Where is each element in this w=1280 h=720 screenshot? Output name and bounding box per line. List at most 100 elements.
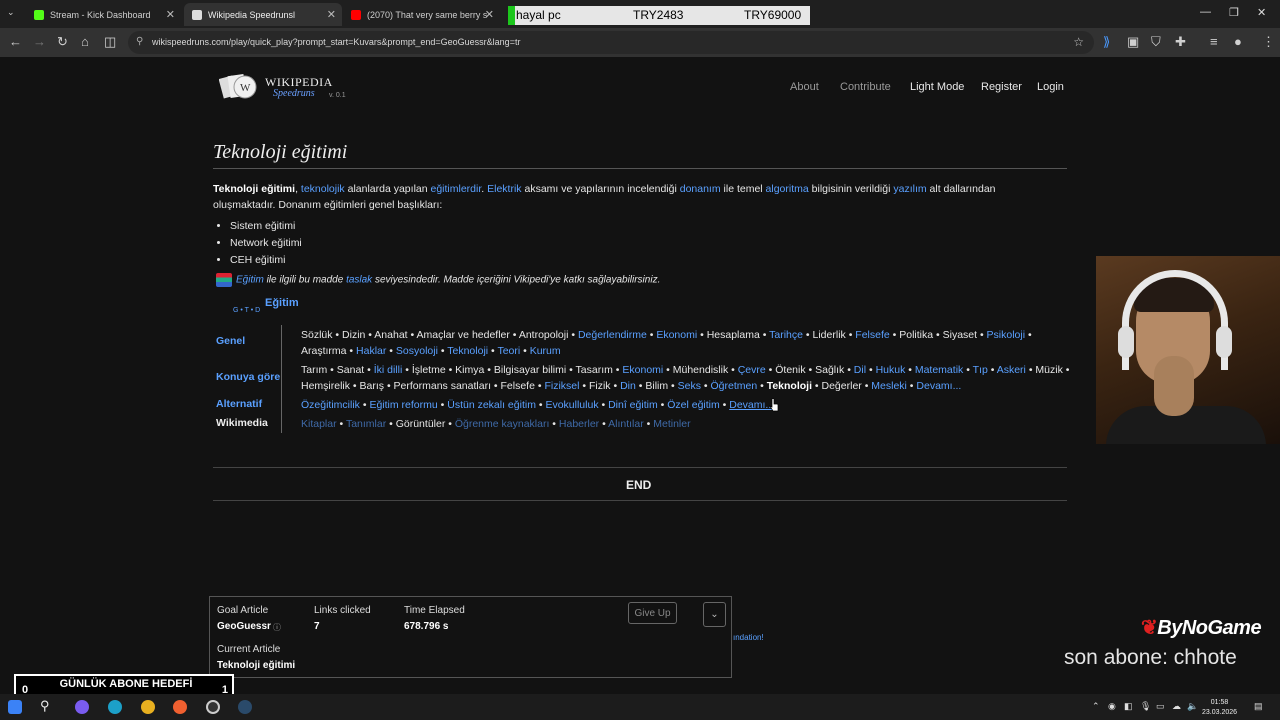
wiki-link[interactable]: Devamı... xyxy=(916,380,961,392)
wiki-link[interactable]: Alıntılar xyxy=(608,418,644,430)
wiki-link[interactable]: Teknoloji xyxy=(447,345,488,357)
wiki-link[interactable]: Matematik xyxy=(915,364,963,376)
tray-chevron-icon[interactable]: ⌃ xyxy=(1092,701,1100,712)
close-tab-icon[interactable]: ✕ xyxy=(166,8,175,21)
wiki-link[interactable]: Eğitim xyxy=(236,275,264,286)
minimize-icon[interactable]: — xyxy=(1200,6,1211,18)
wiki-link[interactable]: Metinler xyxy=(653,418,690,430)
nav-register[interactable]: Register xyxy=(981,81,1022,93)
firefox-icon[interactable] xyxy=(173,700,187,714)
system-clock[interactable]: 01:58 23.03.2026 xyxy=(1202,698,1237,718)
wiki-link[interactable]: Dil xyxy=(854,364,866,376)
wiki-link[interactable]: Eğitim reformu xyxy=(369,399,437,411)
wiki-link[interactable]: Psikoloji xyxy=(987,329,1026,341)
wiki-link[interactable]: Evokulluluk xyxy=(545,399,598,411)
navbox-vte-links[interactable]: G • T • D xyxy=(233,307,260,314)
wiki-link[interactable]: taslak xyxy=(346,275,372,286)
wiki-link[interactable]: algoritma xyxy=(766,183,809,195)
wiki-link[interactable]: Felsefe xyxy=(855,329,889,341)
wiki-link[interactable]: Fiziksel xyxy=(544,380,579,392)
wiki-link[interactable]: Ekonomi xyxy=(656,329,697,341)
tab-search-icon[interactable]: ⌄ xyxy=(7,7,15,18)
wiki-link[interactable]: Tanımlar xyxy=(346,418,386,430)
wiki-link[interactable]: Tıp xyxy=(973,364,988,376)
close-window-icon[interactable]: ✕ xyxy=(1257,6,1266,19)
site-info-icon[interactable]: ⚲ xyxy=(136,36,143,47)
back-icon[interactable]: ← xyxy=(9,34,22,49)
extension-icon[interactable]: ⟫ xyxy=(1103,34,1110,50)
wiki-link[interactable]: donanım xyxy=(680,183,721,195)
split-view-icon[interactable]: ◫ xyxy=(104,34,116,50)
goal-article-value[interactable]: GeoGuessr xyxy=(217,621,271,632)
home-icon[interactable]: ⌂ xyxy=(81,34,89,49)
nav-contribute[interactable]: Contribute xyxy=(840,81,891,93)
edge-icon[interactable] xyxy=(108,700,122,714)
wiki-link[interactable]: teknolojik xyxy=(301,183,345,195)
wiki-link[interactable]: Teori xyxy=(497,345,520,357)
wiki-link[interactable]: Elektrik xyxy=(487,183,521,195)
wiki-link[interactable]: Mesleki xyxy=(871,380,907,392)
navbox-group-konuya-gore[interactable]: Konuya göre xyxy=(216,371,280,383)
wiki-link[interactable]: yazılım xyxy=(893,183,926,195)
wiki-link[interactable]: Özel eğitim xyxy=(667,399,720,411)
menu-icon[interactable]: ⋮ xyxy=(1262,34,1275,50)
windows-start-icon[interactable] xyxy=(8,700,22,714)
wiki-link[interactable]: Haberler xyxy=(559,418,599,430)
notification-icon[interactable]: ▤ xyxy=(1254,701,1263,712)
volume-icon[interactable]: 🔈 xyxy=(1187,701,1198,712)
wiki-link[interactable]: İki dilli xyxy=(374,364,403,376)
steam-icon[interactable] xyxy=(238,700,252,714)
wiki-link[interactable]: Değerlendirme xyxy=(578,329,647,341)
navbox-title[interactable]: Eğitim xyxy=(265,297,299,309)
wiki-link[interactable]: Çevre xyxy=(738,364,766,376)
wiki-link[interactable]: Sosyoloji xyxy=(396,345,438,357)
wiki-link[interactable]: Kurum xyxy=(530,345,561,357)
tab-wikipedia-speedruns[interactable]: Wikipedia Speedrunsl ✕ xyxy=(184,3,342,26)
microphone-icon[interactable]: 🎙 xyxy=(1140,701,1151,712)
puzzle-icon[interactable]: ✚ xyxy=(1175,34,1186,50)
app-icon[interactable] xyxy=(75,700,89,714)
search-icon[interactable]: ⚲ xyxy=(40,698,54,713)
footer-link-fragment[interactable]: ındation! xyxy=(733,633,764,642)
wiki-link[interactable]: Devamı... xyxy=(729,399,774,411)
url-text[interactable]: wikispeedruns.com/play/quick_play?prompt… xyxy=(152,37,520,47)
wiki-link[interactable]: Kitaplar xyxy=(301,418,337,430)
wiki-link[interactable]: Tarihçe xyxy=(769,329,803,341)
address-bar[interactable]: ⚲ wikispeedruns.com/play/quick_play?prom… xyxy=(128,31,1094,54)
nav-light-mode[interactable]: Light Mode xyxy=(910,81,964,93)
tray-app-icon[interactable]: ◉ xyxy=(1108,701,1116,712)
close-tab-icon[interactable]: ✕ xyxy=(485,8,494,21)
bookmark-star-icon[interactable]: ☆ xyxy=(1073,35,1084,49)
network-icon[interactable]: ☁ xyxy=(1172,701,1181,712)
wiki-link[interactable]: Din xyxy=(620,380,636,392)
wiki-link[interactable]: Özeğitimcilik xyxy=(301,399,360,411)
battery-icon[interactable]: ▭ xyxy=(1156,701,1165,712)
navbox-group-alternatif[interactable]: Alternatif xyxy=(216,398,262,410)
site-logo[interactable]: W WIKIPEDIA Speedruns v. 0.1 xyxy=(219,71,359,103)
reload-icon[interactable]: ↻ xyxy=(57,34,68,50)
forward-icon[interactable]: → xyxy=(33,34,46,49)
wiki-link[interactable]: Seks xyxy=(678,380,701,392)
wiki-link[interactable]: Ekonomi xyxy=(622,364,663,376)
info-icon[interactable]: ⓘ xyxy=(273,622,281,633)
tray-app-icon[interactable]: ◧ xyxy=(1124,701,1133,712)
nav-about[interactable]: About xyxy=(790,81,819,93)
tab-youtube[interactable]: (2070) That very same berry sin ✕ xyxy=(343,3,500,26)
collapse-button[interactable]: ⌄ xyxy=(703,602,726,627)
wiki-link[interactable]: Askeri xyxy=(997,364,1026,376)
give-up-button[interactable]: Give Up xyxy=(628,602,677,624)
wiki-link[interactable]: Öğretmen xyxy=(710,380,757,392)
media-icon[interactable]: ≡ xyxy=(1210,34,1218,49)
close-tab-icon[interactable]: ✕ xyxy=(327,8,336,21)
wiki-link[interactable]: Hukuk xyxy=(876,364,906,376)
restore-icon[interactable]: ❐ xyxy=(1229,6,1239,19)
chrome-icon[interactable] xyxy=(141,700,155,714)
nav-login[interactable]: Login xyxy=(1037,81,1064,93)
shield-icon[interactable]: ⛉ xyxy=(1151,34,1161,50)
wiki-link[interactable]: eğitimlerdir xyxy=(431,183,482,195)
tab-kick-dashboard[interactable]: Stream - Kick Dashboard ✕ xyxy=(26,3,181,26)
navbox-group-genel[interactable]: Genel xyxy=(216,335,245,347)
profile-icon[interactable]: ● xyxy=(1234,34,1242,49)
wiki-link[interactable]: Haklar xyxy=(356,345,386,357)
wiki-link[interactable]: Öğrenme kaynakları xyxy=(455,418,550,430)
